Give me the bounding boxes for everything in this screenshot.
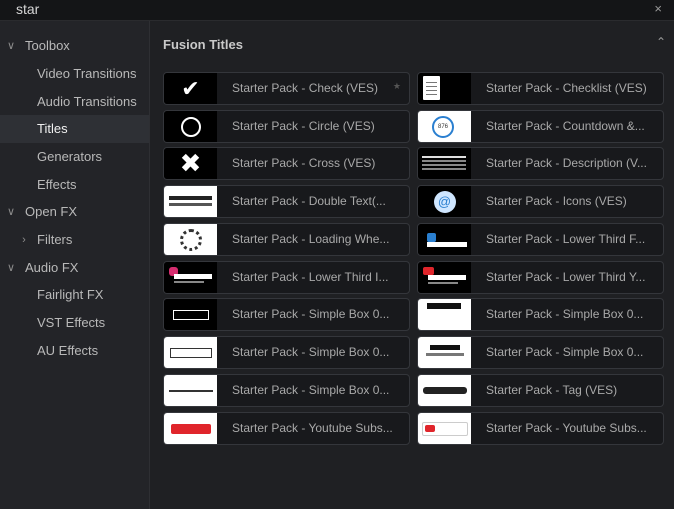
lower-third-instagram-icon [164,262,217,293]
title-tile-label: Starter Pack - Cross (VES) [232,156,376,170]
sidebar-item-label: Video Transitions [37,66,137,81]
title-tile-label: Starter Pack - Lower Third F... [486,232,646,246]
title-tile[interactable]: Starter Pack - Lower Third Y... [417,261,664,294]
sidebar-item-audio-transitions[interactable]: Audio Transitions [0,88,149,116]
sidebar-item-label: AU Effects [37,343,99,358]
sidebar-item-titles[interactable]: Titles [0,115,149,143]
loading-wheel-icon [164,224,217,255]
cross-icon: ✖ [164,148,217,179]
double-text-icon [164,186,217,217]
title-tile[interactable]: Starter Pack - Simple Box 0... [417,336,664,369]
simple-box-spaced-icon [164,337,217,368]
title-tile-label: Starter Pack - Lower Third Y... [486,270,646,284]
sidebar-item-video-transitions[interactable]: Video Transitions [0,60,149,88]
youtube-subscribe-icon [164,413,217,444]
close-icon[interactable]: × [654,0,662,20]
title-tile[interactable]: 876 Starter Pack - Countdown &... [417,110,664,143]
sidebar-item-label: Audio Transitions [37,94,137,109]
description-icon [418,148,471,179]
title-tile-label: Starter Pack - Icons (VES) [486,194,627,208]
simple-box-light-icon [418,299,471,330]
title-tile-label: Starter Pack - Tag (VES) [486,383,618,397]
title-tile[interactable]: Starter Pack - Simple Box 0... [163,298,410,331]
sidebar-item-label: Generators [37,149,103,164]
title-tile-label: Starter Pack - Simple Box 0... [486,307,644,321]
sidebar: ∨ Toolbox Video Transitions Audio Transitio… [0,21,150,509]
favorite-star-icon[interactable]: ★ [393,81,401,92]
title-tile[interactable]: Starter Pack - Youtube Subs... [417,412,664,445]
title-tile[interactable]: Starter Pack - Youtube Subs... [163,412,410,445]
sidebar-item-label: Toolbox [25,38,70,53]
tag-icon [418,375,471,406]
title-tile-label: Starter Pack - Simple Box 0... [232,307,390,321]
sidebar-item-label: Audio FX [25,260,79,275]
simple-box-modern-icon [418,337,471,368]
effects-library-panel: Fusion Titles ⌃ ✔ Starter Pack - Check (V… [150,21,674,509]
title-tile-label: Starter Pack - Lower Third I... [232,270,389,284]
sidebar-item-label: Fairlight FX [37,287,104,302]
title-tile[interactable]: Starter Pack - Simple Box 0... [163,374,410,407]
title-tile-label: Starter Pack - Check (VES) [232,81,379,95]
sidebar-item-fairlight-fx[interactable]: Fairlight FX [0,281,149,309]
sidebar-item-label: Titles [37,121,68,136]
lower-third-youtube-icon [418,262,471,293]
title-tile[interactable]: Starter Pack - Lower Third I... [163,261,410,294]
checklist-icon [418,73,471,104]
title-tile[interactable]: ✔ Starter Pack - Check (VES) ★ [163,72,410,105]
title-tile[interactable]: Starter Pack - Double Text(... [163,185,410,218]
title-tile-label: Starter Pack - Double Text(... [232,194,386,208]
title-tile[interactable]: Starter Pack - Loading Whe... [163,223,410,256]
chevron-down-icon[interactable]: ∨ [5,198,17,226]
sidebar-item-effects[interactable]: Effects [0,171,149,199]
sidebar-item-label: Open FX [25,204,78,219]
sidebar-item-vst-effects[interactable]: VST Effects [0,309,149,337]
section-title: Fusion Titles [163,37,243,52]
title-tile-label: Starter Pack - Checklist (VES) [486,81,647,95]
chevron-up-icon[interactable]: ⌃ [656,35,666,49]
title-tile[interactable]: Starter Pack - Description (V... [417,147,664,180]
check-icon: ✔ [164,73,217,104]
chevron-right-icon[interactable]: › [18,226,30,254]
title-tile-label: Starter Pack - Loading Whe... [232,232,390,246]
title-tile[interactable]: Starter Pack - Lower Third F... [417,223,664,256]
sidebar-item-au-effects[interactable]: AU Effects [0,337,149,365]
title-tile-label: Starter Pack - Countdown &... [486,119,645,133]
icons-icon: @ [418,186,471,217]
title-tile[interactable]: @ Starter Pack - Icons (VES) [417,185,664,218]
sidebar-item-label: VST Effects [37,315,106,330]
title-tile[interactable]: Starter Pack - Simple Box 0... [163,336,410,369]
title-tile[interactable]: Starter Pack - Simple Box 0... [417,298,664,331]
simple-box-line-icon [164,375,217,406]
title-tile-label: Starter Pack - Simple Box 0... [232,383,390,397]
title-tile-label: Starter Pack - Description (V... [486,156,647,170]
search-input[interactable]: star [16,0,39,20]
lower-third-facebook-icon [418,224,471,255]
title-tile[interactable]: Starter Pack - Tag (VES) [417,374,664,407]
title-tile-label: Starter Pack - Youtube Subs... [486,421,647,435]
simple-box-dark-icon [164,299,217,330]
search-bar: star × [0,0,674,21]
youtube-subscribed-icon [418,413,471,444]
sidebar-item-audio-fx[interactable]: ∨ Audio FX [0,254,149,282]
title-tile[interactable]: Starter Pack - Checklist (VES) [417,72,664,105]
title-tile-label: Starter Pack - Simple Box 0... [232,345,390,359]
title-tile-label: Starter Pack - Youtube Subs... [232,421,393,435]
title-tile[interactable]: Starter Pack - Circle (VES) [163,110,410,143]
sidebar-item-label: Filters [37,232,73,247]
sidebar-item-toolbox[interactable]: ∨ Toolbox [0,32,149,60]
sidebar-item-label: Effects [37,177,77,192]
sidebar-item-open-fx[interactable]: ∨ Open FX [0,198,149,226]
title-tile[interactable]: ✖ Starter Pack - Cross (VES) [163,147,410,180]
circle-icon [164,111,217,142]
countdown-icon: 876 [418,111,471,142]
title-tile-label: Starter Pack - Simple Box 0... [486,345,644,359]
chevron-down-icon[interactable]: ∨ [5,32,17,60]
sidebar-item-filters[interactable]: › Filters [0,226,149,254]
title-tile-label: Starter Pack - Circle (VES) [232,119,375,133]
chevron-down-icon[interactable]: ∨ [5,254,17,282]
sidebar-item-generators[interactable]: Generators [0,143,149,171]
